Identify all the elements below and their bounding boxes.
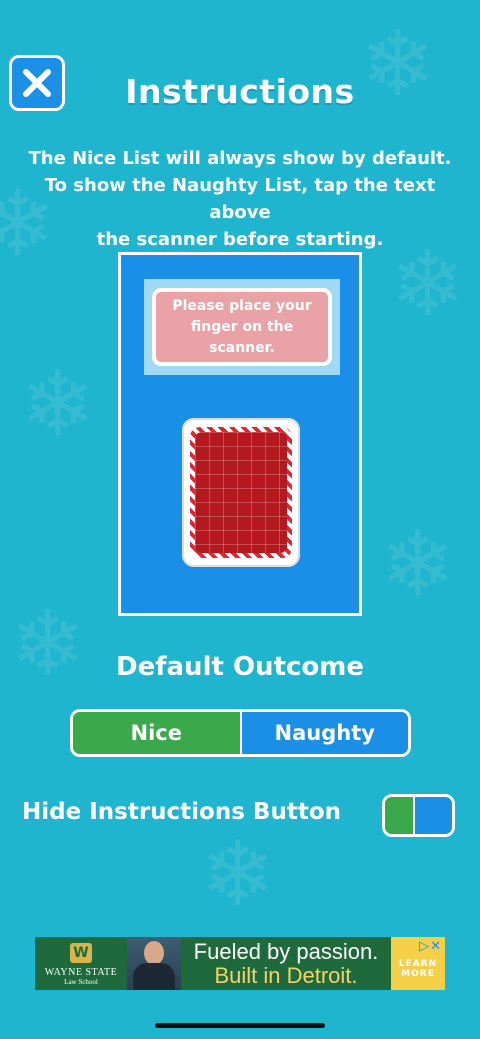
ad-line-1: Fueled by passion.	[193, 938, 379, 964]
snowflake-decoration: ❄	[200, 822, 276, 927]
ad-headline: Fueled by passion. Built in Detroit.	[181, 937, 391, 990]
snowflake-decoration: ❄	[380, 512, 456, 617]
ad-person-image	[127, 937, 181, 990]
ad-brand: WAYNE STATE	[44, 967, 118, 978]
ad-learn-more-button[interactable]: ▷✕ LEARN MORE	[391, 937, 445, 990]
scanner-preview: Please place your finger on the scanner.	[118, 252, 362, 616]
description-line: The Nice List will always show by defaul…	[28, 148, 452, 169]
ad-line-2: Built in Detroit.	[214, 962, 358, 988]
message-panel: Please place your finger on the scanner.	[144, 279, 340, 375]
ad-choices-icon[interactable]: ▷✕	[419, 939, 442, 954]
ad-logo: W WAYNE STATE Law School	[35, 937, 127, 990]
snowflake-decoration: ❄	[20, 352, 96, 457]
instructions-description: The Nice List will always show by defaul…	[20, 145, 460, 253]
description-line: To show the Naughty List, tap the text a…	[44, 175, 436, 223]
home-indicator[interactable]	[155, 1023, 325, 1028]
outcome-nice-button[interactable]: Nice	[73, 712, 242, 754]
toggle-off-segment	[385, 797, 415, 834]
candy-cane-border	[190, 427, 292, 558]
hide-instructions-toggle[interactable]	[382, 794, 455, 837]
description-line: the scanner before starting.	[96, 229, 384, 250]
snowflake-decoration: ❄	[390, 232, 466, 337]
page-title: Instructions	[125, 72, 355, 111]
ad-brand-sub: Law School	[64, 978, 98, 986]
wayne-state-logo-icon: W	[70, 943, 92, 963]
ad-cta-label: LEARN MORE	[398, 958, 438, 979]
ad-banner[interactable]: W WAYNE STATE Law School Fueled by passi…	[35, 937, 445, 990]
toggle-on-segment	[415, 797, 452, 834]
outcome-naughty-button[interactable]: Naughty	[241, 712, 408, 754]
scanner-pad	[182, 418, 300, 567]
default-outcome-label: Default Outcome	[115, 652, 364, 682]
scanner-message[interactable]: Please place your finger on the scanner.	[152, 288, 332, 366]
default-outcome-selector: Nice Naughty	[70, 709, 411, 757]
scanner-grid	[195, 432, 287, 553]
hide-instructions-label: Hide Instructions Button	[22, 799, 341, 825]
